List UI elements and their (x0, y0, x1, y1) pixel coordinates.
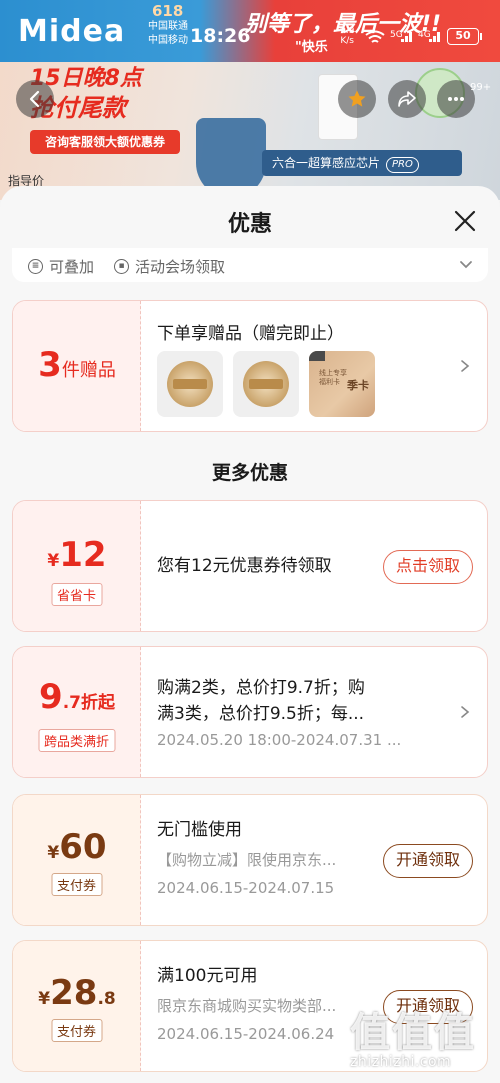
share-button[interactable] (388, 80, 426, 118)
coupon-validity: 2024.06.15-2024.07.15 (157, 879, 335, 897)
activate-claim-button[interactable]: 开通领取 (383, 844, 473, 878)
coupon-description-line-1: 购满2类，总价打9.7折；购 (157, 678, 365, 698)
coupon-scope: 限京东商城购买实物类部... (157, 997, 337, 1015)
coupon-description: 您有12元优惠券待领取 (157, 556, 332, 576)
network-speed-unit: K/s (340, 36, 354, 46)
coupon-left: ¥12 省省卡 (13, 501, 141, 631)
feature-chip-text: 六合一超算感应芯片 (272, 156, 381, 170)
watermark-logo: 值值值 (350, 1010, 476, 1056)
signal-bars-icon (401, 32, 412, 42)
star-icon (348, 90, 366, 107)
share-icon (398, 91, 416, 107)
gift-item-tag (309, 351, 325, 361)
tag-stackable: ≡ 可叠加 (28, 256, 94, 277)
coupon-left: 9.7折起 跨品类满折 (13, 647, 141, 777)
ticket-icon: ▪ (114, 259, 129, 274)
status-bar: 中国联通 中国移动 18:26 9.9 K/s 5G 4G 50 (0, 0, 500, 54)
signal-bars-icon-2 (429, 32, 440, 42)
gift-card[interactable]: 3件赠品 下单享赠品（赠完即止） 线上专享 福利卡 季卡 (12, 300, 488, 432)
coupon-amount: 9.7折起 (13, 677, 141, 717)
network-speed: 9.9 K/s (340, 26, 354, 46)
coupon-amount: ¥28.8 (13, 973, 141, 1013)
claim-button[interactable]: 点击领取 (383, 550, 473, 584)
carrier-1: 中国联通 (148, 21, 188, 32)
gift-item-1[interactable] (157, 351, 223, 417)
coupon-amount-suffix: .7折起 (62, 693, 115, 713)
coupon-amount-value: 12 (59, 535, 107, 575)
currency-symbol: ¥ (47, 843, 60, 863)
gift-card-caption: 线上专享 福利卡 (319, 369, 347, 386)
coupon-amount-value: 28 (50, 973, 98, 1013)
promotions-sheet: 优惠 ≡ 可叠加 ▪ 活动会场领取 3件赠品 下单享赠品（赠完即止） 线上专享 … (0, 186, 500, 1083)
chevron-down-icon[interactable] (458, 256, 474, 272)
coupon-amount: ¥12 (13, 535, 141, 575)
currency-symbol: ¥ (47, 551, 60, 571)
gift-item-image (167, 361, 213, 407)
coupon-description: 满100元可用 (157, 966, 258, 986)
carrier-2: 中国移动 (148, 35, 188, 46)
pro-badge: PRO (386, 157, 419, 173)
message-count-badge: 99+ (470, 82, 492, 93)
feature-chip: 六合一超算感应芯片 PRO (262, 150, 462, 176)
back-button[interactable] (16, 80, 54, 118)
tag-event-venue: ▪ 活动会场领取 (114, 256, 225, 277)
coupon-amount: ¥60 (13, 827, 141, 867)
coupon-type-badge: 省省卡 (50, 583, 103, 606)
close-icon (454, 210, 476, 232)
close-button[interactable] (448, 204, 482, 238)
coupon-description: 购满2类，总价打9.7折；购 满3类，总价打9.5折；每... (157, 675, 365, 727)
coupon-description: 无门槛使用 (157, 820, 242, 840)
chevron-right-icon (461, 360, 470, 372)
watermark: 值值值 zhizhizhi.com (350, 1000, 500, 1083)
chevron-left-icon (29, 90, 40, 108)
coupon-type-badge: 支付券 (50, 1019, 103, 1042)
gift-item-image (243, 361, 289, 407)
wifi-icon (365, 30, 385, 43)
gift-count-unit: 件赠品 (61, 360, 116, 381)
coupon-validity: 2024.06.15-2024.06.24 (157, 1025, 335, 1043)
coupon-type-badge: 支付券 (50, 873, 103, 896)
coupon-scope: 【购物立减】限使用京东... (157, 851, 337, 869)
more-offers-title: 更多优惠 (211, 462, 288, 484)
gift-count-number: 3 (38, 345, 62, 385)
coupon-description-line-2: 满3类，总价打9.5折；每... (157, 704, 365, 724)
watermark-url: zhizhizhi.com (350, 1054, 452, 1070)
gift-title: 下单享赠品（赠完即止） (157, 324, 344, 344)
gift-item-3[interactable]: 线上专享 福利卡 季卡 (309, 351, 375, 417)
stack-icon: ≡ (28, 259, 43, 274)
tag-stackable-label: 可叠加 (49, 258, 95, 276)
coupon-card[interactable]: ¥60 支付券 无门槛使用 【购物立减】限使用京东... 2024.06.15-… (12, 794, 488, 926)
coupon-type-badge: 跨品类满折 (37, 729, 116, 752)
coupon-right: 无门槛使用 【购物立减】限使用京东... 2024.06.15-2024.07.… (141, 795, 487, 925)
gift-count: 3件赠品 (13, 345, 141, 385)
coupon-left: ¥60 支付券 (13, 795, 141, 925)
gift-card-right: 下单享赠品（赠完即止） 线上专享 福利卡 季卡 (141, 301, 487, 431)
battery-indicator: 50 (447, 28, 482, 45)
clock: 18:26 (190, 25, 251, 47)
coupon-amount-value: 60 (59, 827, 107, 867)
favorite-button[interactable] (338, 80, 376, 118)
gift-card-left: 3件赠品 (13, 301, 141, 431)
coupon-left: ¥28.8 支付券 (13, 941, 141, 1071)
more-dots-icon (448, 97, 464, 101)
promo-pill: 咨询客服领大额优惠券 (30, 130, 180, 154)
gift-item-2[interactable] (233, 351, 299, 417)
coupon-right: 购满2类，总价打9.7折；购 满3类，总价打9.5折；每... 2024.05.… (141, 647, 487, 777)
currency-symbol: ¥ (38, 989, 51, 1009)
chevron-right-icon (461, 706, 470, 718)
gift-card-name: 季卡 (347, 379, 369, 392)
coupon-right: 您有12元优惠券待领取 点击领取 (141, 501, 487, 631)
coupon-card[interactable]: ¥12 省省卡 您有12元优惠券待领取 点击领取 (12, 500, 488, 632)
coupon-amount-value: 9 (39, 677, 63, 717)
promo-line-1: 15日晚8点 (30, 66, 142, 91)
promo-tags-row[interactable]: ≡ 可叠加 ▪ 活动会场领取 (12, 248, 488, 282)
carrier-info: 中国联通 中国移动 (148, 20, 188, 48)
coupon-validity: 2024.05.20 18:00-2024.07.31 ... (157, 731, 402, 749)
coupon-amount-suffix: .8 (97, 989, 116, 1009)
network-speed-value: 9.9 (340, 26, 355, 36)
tag-event-venue-label: 活动会场领取 (135, 258, 226, 276)
sheet-title: 优惠 (227, 212, 272, 237)
coupon-card[interactable]: 9.7折起 跨品类满折 购满2类，总价打9.7折；购 满3类，总价打9.5折；每… (12, 646, 488, 778)
